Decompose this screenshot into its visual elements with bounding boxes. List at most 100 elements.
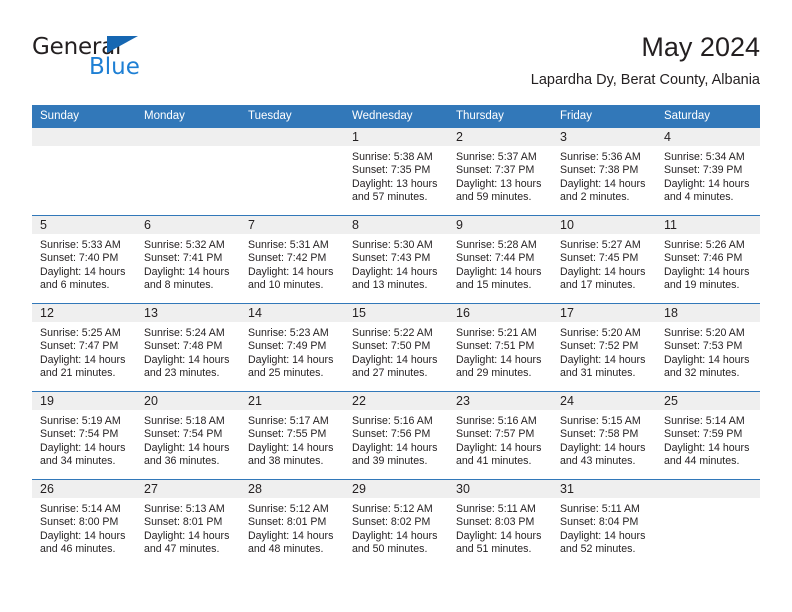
- day-cell[interactable]: 13 Sunrise: 5:24 AM Sunset: 7:48 PM Dayl…: [136, 304, 240, 391]
- daylight-text-line1: Daylight: 14 hours: [664, 177, 750, 190]
- daylight-text-line1: Daylight: 14 hours: [352, 265, 438, 278]
- daylight-text-line2: and 4 minutes.: [664, 191, 734, 204]
- day-cell[interactable]: 19 Sunrise: 5:19 AM Sunset: 7:54 PM Dayl…: [32, 392, 136, 479]
- day-number: 19: [32, 392, 136, 410]
- daylight-text-line2: and 27 minutes.: [352, 367, 428, 380]
- day-cell[interactable]: 23 Sunrise: 5:16 AM Sunset: 7:57 PM Dayl…: [448, 392, 552, 479]
- day-cell[interactable]: 21 Sunrise: 5:17 AM Sunset: 7:55 PM Dayl…: [240, 392, 344, 479]
- day-cell[interactable]: 30 Sunrise: 5:11 AM Sunset: 8:03 PM Dayl…: [448, 480, 552, 567]
- weekday-header-tuesday: Tuesday: [248, 110, 292, 122]
- daylight-text-line1: Daylight: 14 hours: [664, 353, 750, 366]
- sunset-text: Sunset: 8:04 PM: [560, 516, 639, 529]
- day-cell[interactable]: [240, 128, 344, 215]
- day-cell[interactable]: 2 Sunrise: 5:37 AM Sunset: 7:37 PM Dayli…: [448, 128, 552, 215]
- day-cell[interactable]: 1 Sunrise: 5:38 AM Sunset: 7:35 PM Dayli…: [344, 128, 448, 215]
- week-row: 19 Sunrise: 5:19 AM Sunset: 7:54 PM Dayl…: [32, 391, 760, 479]
- day-cell[interactable]: 7 Sunrise: 5:31 AM Sunset: 7:42 PM Dayli…: [240, 216, 344, 303]
- day-number: 12: [32, 304, 136, 322]
- daylight-text-line2: and 39 minutes.: [352, 455, 428, 468]
- day-details: [240, 146, 344, 151]
- sunrise-text: Sunrise: 5:11 AM: [560, 503, 640, 515]
- sunset-text: Sunset: 7:49 PM: [248, 340, 327, 353]
- day-details: [136, 146, 240, 151]
- daylight-text-line2: and 46 minutes.: [40, 543, 116, 556]
- day-number: 2: [448, 128, 552, 146]
- day-number: [136, 128, 240, 146]
- day-cell[interactable]: 4 Sunrise: 5:34 AM Sunset: 7:39 PM Dayli…: [656, 128, 760, 215]
- general-blue-logo[interactable]: General Blue: [32, 34, 252, 90]
- sunrise-text: Sunrise: 5:28 AM: [456, 239, 537, 251]
- day-cell[interactable]: 26 Sunrise: 5:14 AM Sunset: 8:00 PM Dayl…: [32, 480, 136, 567]
- day-details: Sunrise: 5:12 AM Sunset: 8:01 PM Dayligh…: [240, 498, 344, 557]
- sunrise-text: Sunrise: 5:33 AM: [40, 239, 121, 251]
- day-cell[interactable]: 15 Sunrise: 5:22 AM Sunset: 7:50 PM Dayl…: [344, 304, 448, 391]
- sunrise-text: Sunrise: 5:34 AM: [664, 151, 745, 163]
- day-details: Sunrise: 5:24 AM Sunset: 7:48 PM Dayligh…: [136, 322, 240, 381]
- daylight-text-line1: Daylight: 14 hours: [456, 265, 542, 278]
- day-cell[interactable]: 12 Sunrise: 5:25 AM Sunset: 7:47 PM Dayl…: [32, 304, 136, 391]
- day-cell[interactable]: 29 Sunrise: 5:12 AM Sunset: 8:02 PM Dayl…: [344, 480, 448, 567]
- sunrise-text: Sunrise: 5:16 AM: [456, 415, 537, 427]
- page-title: May 2024: [641, 32, 760, 62]
- day-number: 28: [240, 480, 344, 498]
- day-details: Sunrise: 5:19 AM Sunset: 7:54 PM Dayligh…: [32, 410, 136, 469]
- daylight-text-line1: Daylight: 14 hours: [456, 529, 542, 542]
- day-details: Sunrise: 5:32 AM Sunset: 7:41 PM Dayligh…: [136, 234, 240, 293]
- day-cell[interactable]: 22 Sunrise: 5:16 AM Sunset: 7:56 PM Dayl…: [344, 392, 448, 479]
- day-cell[interactable]: 14 Sunrise: 5:23 AM Sunset: 7:49 PM Dayl…: [240, 304, 344, 391]
- day-cell[interactable]: 10 Sunrise: 5:27 AM Sunset: 7:45 PM Dayl…: [552, 216, 656, 303]
- day-cell[interactable]: 18 Sunrise: 5:20 AM Sunset: 7:53 PM Dayl…: [656, 304, 760, 391]
- day-cell[interactable]: 25 Sunrise: 5:14 AM Sunset: 7:59 PM Dayl…: [656, 392, 760, 479]
- daylight-text-line2: and 17 minutes.: [560, 279, 636, 292]
- day-number: 20: [136, 392, 240, 410]
- day-number: 11: [656, 216, 760, 234]
- sunset-text: Sunset: 7:54 PM: [40, 428, 119, 441]
- title-block: May 2024 Lapardha Dy, Berat County, Alba…: [531, 30, 760, 90]
- day-number: [656, 480, 760, 498]
- day-cell[interactable]: 5 Sunrise: 5:33 AM Sunset: 7:40 PM Dayli…: [32, 216, 136, 303]
- day-details: Sunrise: 5:20 AM Sunset: 7:53 PM Dayligh…: [656, 322, 760, 381]
- day-cell[interactable]: 31 Sunrise: 5:11 AM Sunset: 8:04 PM Dayl…: [552, 480, 656, 567]
- day-cell[interactable]: 24 Sunrise: 5:15 AM Sunset: 7:58 PM Dayl…: [552, 392, 656, 479]
- day-cell[interactable]: 20 Sunrise: 5:18 AM Sunset: 7:54 PM Dayl…: [136, 392, 240, 479]
- sunset-text: Sunset: 7:53 PM: [664, 340, 743, 353]
- sunset-text: Sunset: 7:37 PM: [456, 164, 535, 177]
- day-cell[interactable]: 16 Sunrise: 5:21 AM Sunset: 7:51 PM Dayl…: [448, 304, 552, 391]
- sunset-text: Sunset: 7:42 PM: [248, 252, 327, 265]
- day-number: 14: [240, 304, 344, 322]
- day-cell[interactable]: 3 Sunrise: 5:36 AM Sunset: 7:38 PM Dayli…: [552, 128, 656, 215]
- day-number: 30: [448, 480, 552, 498]
- daylight-text-line2: and 2 minutes.: [560, 191, 630, 204]
- day-cell[interactable]: 9 Sunrise: 5:28 AM Sunset: 7:44 PM Dayli…: [448, 216, 552, 303]
- day-number: 25: [656, 392, 760, 410]
- daylight-text-line2: and 29 minutes.: [456, 367, 532, 380]
- day-cell[interactable]: 8 Sunrise: 5:30 AM Sunset: 7:43 PM Dayli…: [344, 216, 448, 303]
- daylight-text-line2: and 25 minutes.: [248, 367, 324, 380]
- day-details: Sunrise: 5:30 AM Sunset: 7:43 PM Dayligh…: [344, 234, 448, 293]
- daylight-text-line2: and 23 minutes.: [144, 367, 220, 380]
- day-cell[interactable]: 11 Sunrise: 5:26 AM Sunset: 7:46 PM Dayl…: [656, 216, 760, 303]
- sunset-text: Sunset: 7:54 PM: [144, 428, 223, 441]
- sunset-text: Sunset: 8:02 PM: [352, 516, 431, 529]
- day-cell[interactable]: [656, 480, 760, 567]
- daylight-text-line2: and 43 minutes.: [560, 455, 636, 468]
- day-cell[interactable]: 27 Sunrise: 5:13 AM Sunset: 8:01 PM Dayl…: [136, 480, 240, 567]
- day-cell[interactable]: 17 Sunrise: 5:20 AM Sunset: 7:52 PM Dayl…: [552, 304, 656, 391]
- sunset-text: Sunset: 8:03 PM: [456, 516, 535, 529]
- day-details: Sunrise: 5:31 AM Sunset: 7:42 PM Dayligh…: [240, 234, 344, 293]
- day-details: Sunrise: 5:38 AM Sunset: 7:35 PM Dayligh…: [344, 146, 448, 205]
- daylight-text-line1: Daylight: 14 hours: [352, 441, 438, 454]
- day-cell[interactable]: [32, 128, 136, 215]
- day-cell[interactable]: 28 Sunrise: 5:12 AM Sunset: 8:01 PM Dayl…: [240, 480, 344, 567]
- day-cell[interactable]: [136, 128, 240, 215]
- sunrise-text: Sunrise: 5:13 AM: [144, 503, 225, 515]
- sunset-text: Sunset: 7:41 PM: [144, 252, 223, 265]
- page-subtitle: Lapardha Dy, Berat County, Albania: [530, 72, 760, 88]
- day-details: Sunrise: 5:22 AM Sunset: 7:50 PM Dayligh…: [344, 322, 448, 381]
- day-number: 21: [240, 392, 344, 410]
- day-number: 9: [448, 216, 552, 234]
- day-number: 26: [32, 480, 136, 498]
- day-number: [32, 128, 136, 146]
- sunset-text: Sunset: 7:59 PM: [664, 428, 743, 441]
- day-cell[interactable]: 6 Sunrise: 5:32 AM Sunset: 7:41 PM Dayli…: [136, 216, 240, 303]
